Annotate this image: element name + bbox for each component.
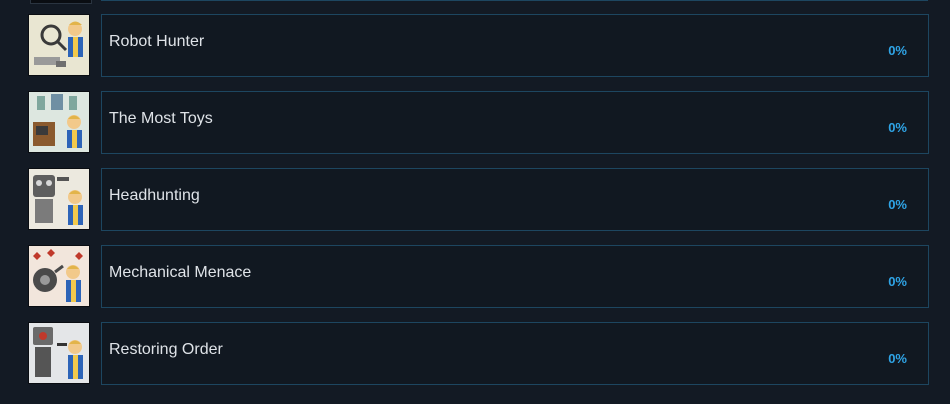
previous-achievement-thumbnail-edge <box>30 0 92 4</box>
vault-boy-robot-fight-icon <box>28 245 90 307</box>
vault-boy-robot-head-icon <box>28 168 90 230</box>
achievement-panel[interactable]: Headhunting 0% <box>101 168 929 231</box>
achievement-row: The Most Toys 0% <box>0 91 950 155</box>
previous-achievement-panel-edge <box>101 0 928 1</box>
achievement-title: Robot Hunter <box>109 33 205 50</box>
vault-boy-securitron-icon <box>28 322 90 384</box>
achievement-title: Mechanical Menace <box>109 264 252 281</box>
vault-boy-magnifier-icon <box>28 14 90 76</box>
achievement-row: Mechanical Menace 0% <box>0 245 950 309</box>
achievement-percent: 0% <box>888 120 907 135</box>
achievement-title: Restoring Order <box>109 341 223 358</box>
achievement-row: Restoring Order 0% <box>0 322 950 386</box>
vault-boy-robot-workbench-icon <box>28 91 90 153</box>
achievement-panel[interactable]: The Most Toys 0% <box>101 91 929 154</box>
achievement-panel[interactable]: Robot Hunter 0% <box>101 14 929 77</box>
achievement-panel[interactable]: Mechanical Menace 0% <box>101 245 929 308</box>
achievement-percent: 0% <box>888 43 907 58</box>
achievement-row: Robot Hunter 0% <box>0 14 950 78</box>
achievement-percent: 0% <box>888 351 907 366</box>
achievement-panel[interactable]: Restoring Order 0% <box>101 322 929 385</box>
achievement-percent: 0% <box>888 274 907 289</box>
achievement-title: Headhunting <box>109 187 200 204</box>
achievement-row: Headhunting 0% <box>0 168 950 232</box>
achievement-percent: 0% <box>888 197 907 212</box>
achievement-title: The Most Toys <box>109 110 213 127</box>
